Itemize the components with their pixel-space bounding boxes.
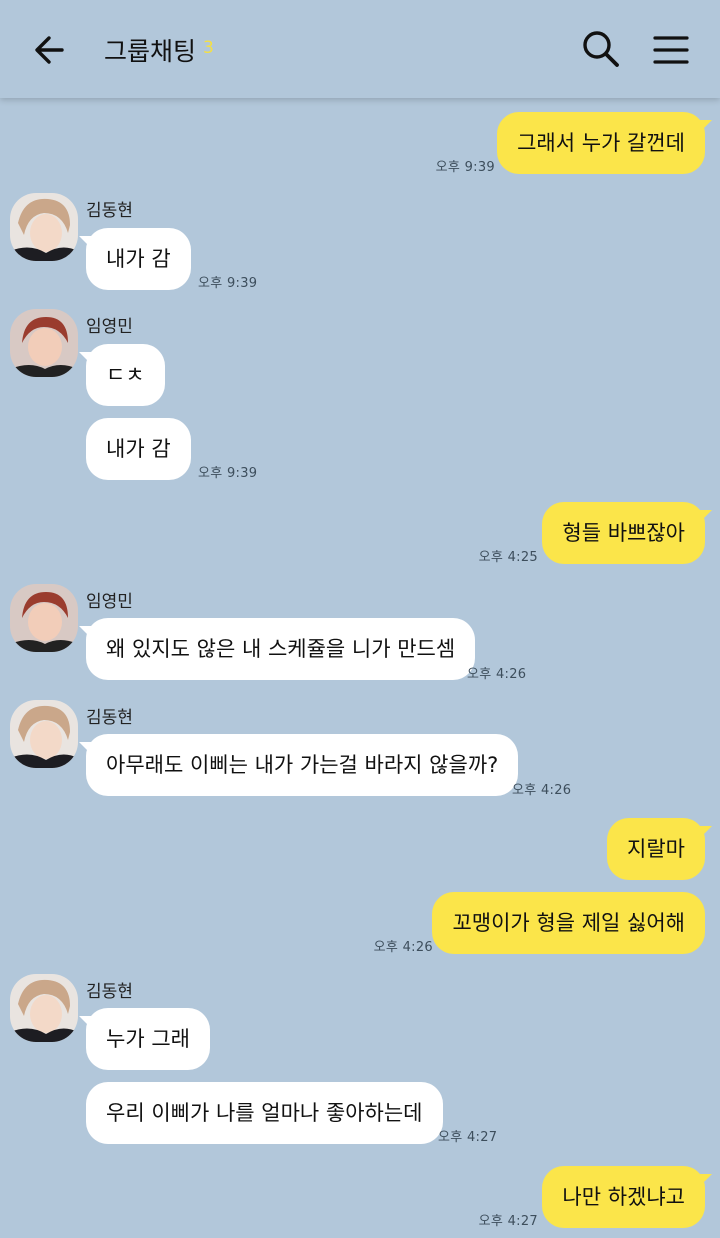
avatar-kimdonghyun[interactable] <box>10 193 78 261</box>
message-bubble-incoming[interactable]: 아무래도 이삐는 내가 가는걸 바라지 않을까? <box>78 734 519 796</box>
sender-name: 임영민 <box>86 317 133 337</box>
avatar-kimdonghyun[interactable] <box>10 974 78 1042</box>
message-time: 오후 4:27 <box>438 1130 498 1145</box>
member-count: 3 <box>203 38 214 58</box>
profile-photo-icon <box>10 309 78 377</box>
sender-name: 임영민 <box>86 592 133 612</box>
message-time: 오후 4:26 <box>373 940 433 955</box>
message-bubble-incoming[interactable]: ㄷㅊ <box>79 344 165 406</box>
sender-name: 김동현 <box>86 982 133 1002</box>
message-time: 오후 4:26 <box>512 783 572 798</box>
search-icon[interactable] <box>580 28 622 70</box>
message-text: 아무래도 이삐는 내가 가는걸 바라지 않을까? <box>106 753 499 777</box>
profile-photo-icon <box>10 974 78 1042</box>
sender-name: 김동현 <box>86 708 133 728</box>
message-bubble-outgoing[interactable]: 형들 바쁘잖아 <box>542 502 712 564</box>
message-text: 꼬맹이가 형을 제일 싫어해 <box>452 911 685 935</box>
message-bubble-incoming[interactable]: 왜 있지도 않은 내 스케쥴을 니가 만드셈 <box>78 618 476 680</box>
message-text: 그래서 누가 갈껀데 <box>517 131 685 155</box>
message-text: 지랄마 <box>627 837 685 861</box>
message-text: 왜 있지도 않은 내 스케쥴을 니가 만드셈 <box>106 637 456 661</box>
hamburger-menu-icon[interactable] <box>650 30 692 70</box>
message-text: 나만 하겠냐고 <box>562 1185 685 1209</box>
sender-name: 김동현 <box>86 201 133 221</box>
message-text: 우리 이삐가 나를 얼마나 좋아하는데 <box>106 1101 423 1125</box>
avatar-limyoungmin[interactable] <box>10 584 78 652</box>
message-bubble-outgoing[interactable]: 그래서 누가 갈껀데 <box>497 112 712 174</box>
message-time: 오후 4:27 <box>478 1214 538 1229</box>
message-text: 내가 감 <box>106 247 171 271</box>
arrow-left-icon[interactable] <box>32 30 68 70</box>
message-text: ㄷㅊ <box>106 363 145 387</box>
message-bubble-outgoing[interactable]: 지랄마 <box>607 818 712 880</box>
profile-photo-icon <box>10 193 78 261</box>
message-time: 오후 9:39 <box>435 160 495 175</box>
message-bubble-outgoing[interactable]: 나만 하겠냐고 <box>542 1166 712 1228</box>
message-bubble-incoming[interactable]: 내가 감 <box>86 418 191 480</box>
avatar-kimdonghyun[interactable] <box>10 700 78 768</box>
chat-title: 그룹채팅 <box>104 37 197 66</box>
message-bubble-outgoing[interactable]: 꼬맹이가 형을 제일 싫어해 <box>432 892 705 954</box>
message-bubble-incoming[interactable]: 누가 그래 <box>79 1008 210 1070</box>
message-bubble-incoming[interactable]: 내가 감 <box>79 228 191 290</box>
message-list[interactable]: 그래서 누가 갈껀데 오후 9:39 김동현 내가 감 오후 9:39 임영민 … <box>0 98 720 1238</box>
message-text: 누가 그래 <box>106 1027 190 1051</box>
chat-header: 그룹채팅 3 <box>0 0 720 98</box>
message-time: 오후 4:25 <box>478 550 538 565</box>
profile-photo-icon <box>10 700 78 768</box>
message-text: 형들 바쁘잖아 <box>562 521 685 545</box>
message-time: 오후 9:39 <box>198 276 258 291</box>
message-text: 내가 감 <box>106 437 171 461</box>
profile-photo-icon <box>10 584 78 652</box>
message-time: 오후 4:26 <box>467 667 527 682</box>
message-bubble-incoming[interactable]: 우리 이삐가 나를 얼마나 좋아하는데 <box>86 1082 443 1144</box>
message-time: 오후 9:39 <box>198 466 258 481</box>
avatar-limyoungmin[interactable] <box>10 309 78 377</box>
